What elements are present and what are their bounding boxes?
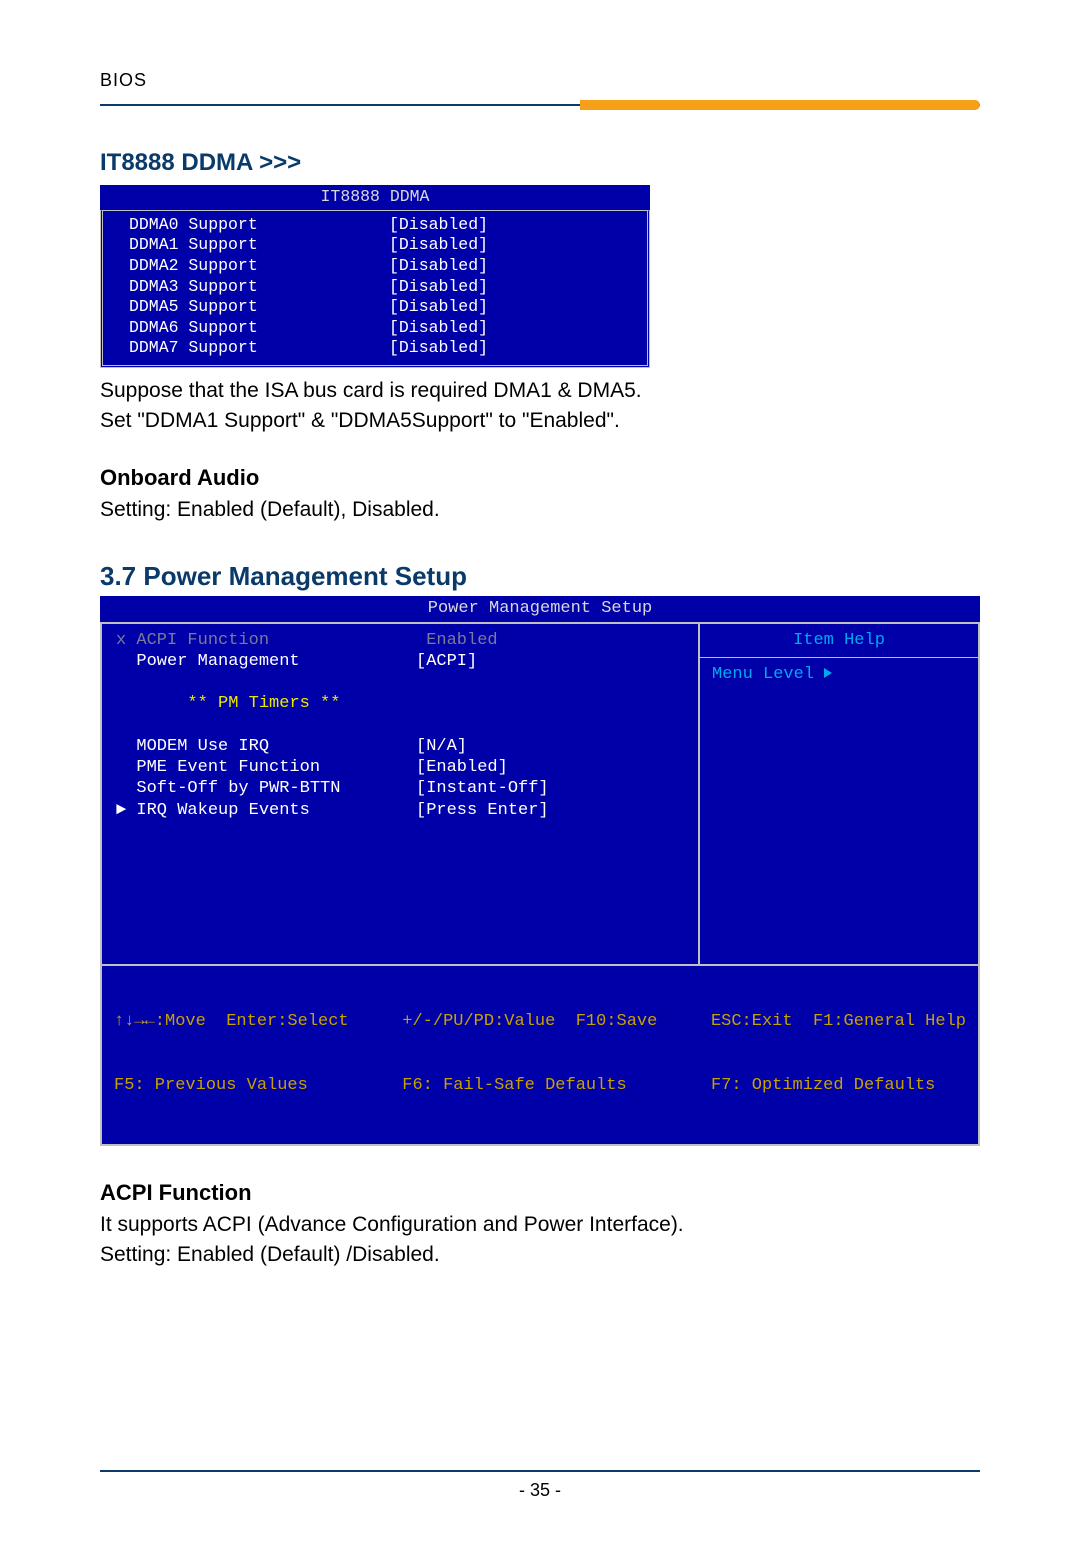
ddma-row: DDMA7 Support[Disabled] xyxy=(129,338,637,359)
bios-item-irq-wakeup[interactable]: ► IRQ Wakeup Events[Press Enter] xyxy=(116,800,684,821)
ddma-note-1: Suppose that the ISA bus card is require… xyxy=(100,376,980,406)
ddma-row: DDMA2 Support[Disabled] xyxy=(129,256,637,277)
bios-power-panel: Power Management Setup x ACPI Function E… xyxy=(100,596,980,1145)
header-rule xyxy=(100,97,980,109)
ddma-note-2: Set "DDMA1 Support" & "DDMA5Support" to … xyxy=(100,406,980,436)
key-hint-move: ↑↓→←:Move Enter:Select xyxy=(114,1011,349,1032)
ddma-row: DDMA1 Support[Disabled] xyxy=(129,235,637,256)
bios-item-soft-off[interactable]: Soft-Off by PWR-BTTN[Instant-Off] xyxy=(116,778,684,799)
onboard-audio-text: Setting: Enabled (Default), Disabled. xyxy=(100,495,980,525)
ddma-row: DDMA3 Support[Disabled] xyxy=(129,277,637,298)
onboard-audio-title: Onboard Audio xyxy=(100,465,980,491)
header-label: BIOS xyxy=(100,70,147,91)
page-header: BIOS xyxy=(100,70,980,91)
bios-item-modem-irq[interactable]: MODEM Use IRQ[N/A] xyxy=(116,736,684,757)
bios-item-pme-event[interactable]: PME Event Function[Enabled] xyxy=(116,757,684,778)
bios-item-power-management[interactable]: Power Management[ACPI] xyxy=(116,651,684,672)
ddma-row: DDMA0 Support[Disabled] xyxy=(129,215,637,236)
ddma-row: DDMA6 Support[Disabled] xyxy=(129,318,637,339)
acpi-function-title: ACPI Function xyxy=(100,1180,980,1206)
bios-ddma-panel: IT8888 DDMA DDMA0 Support[Disabled] DDMA… xyxy=(100,185,650,368)
acpi-function-line2: Setting: Enabled (Default) /Disabled. xyxy=(100,1240,980,1270)
bios-blank-row xyxy=(116,672,684,693)
bios-item-acpi-function: x ACPI Function Enabled xyxy=(116,630,684,651)
page-number: - 35 - xyxy=(100,1480,980,1501)
footer-rule xyxy=(100,1470,980,1472)
bios-pm-timers-header: ** PM Timers ** xyxy=(116,693,684,714)
key-hint-prev-values: F5: Previous Values xyxy=(114,1075,349,1096)
bios-power-title: Power Management Setup xyxy=(100,596,980,621)
ddma-row: DDMA5 Support[Disabled] xyxy=(129,297,637,318)
arrow-right-icon xyxy=(824,668,832,678)
bios-menu-level: Menu Level xyxy=(700,658,978,691)
section-it8888-title: IT8888 DDMA >>> xyxy=(100,149,980,177)
bios-power-left: x ACPI Function Enabled Power Management… xyxy=(102,624,698,964)
power-mgmt-heading: 3.7 Power Management Setup xyxy=(100,561,980,592)
key-hint-value-save: +/-/PU/PD:Value F10:Save xyxy=(402,1011,657,1032)
acpi-function-line1: It supports ACPI (Advance Configuration … xyxy=(100,1210,980,1240)
key-hint-optimized: F7: Optimized Defaults xyxy=(711,1075,966,1096)
bios-ddma-title: IT8888 DDMA xyxy=(100,185,650,210)
bios-item-help-title: Item Help xyxy=(700,624,978,657)
bios-blank-row xyxy=(116,715,684,736)
key-hint-failsafe: F6: Fail-Safe Defaults xyxy=(402,1075,657,1096)
key-hint-exit-help: ESC:Exit F1:General Help xyxy=(711,1011,966,1032)
bios-footer-keys: ↑↓→←:Move Enter:Select F5: Previous Valu… xyxy=(100,966,980,1146)
